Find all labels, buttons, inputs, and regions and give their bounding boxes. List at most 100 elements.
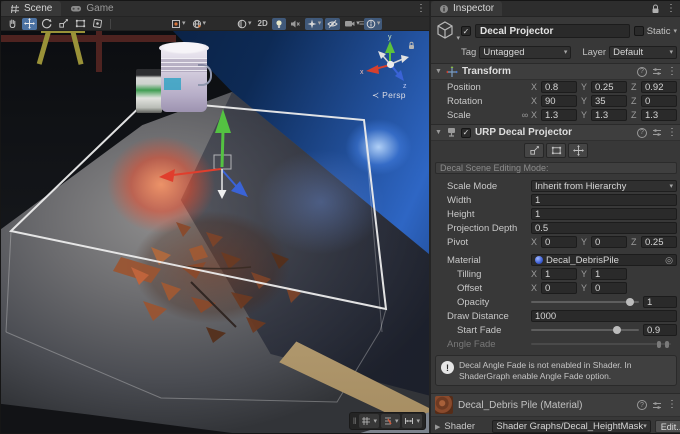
perspective-label[interactable]: ≺ Persp [372, 90, 406, 101]
shader-dropdown[interactable]: Shader Graphs/Decal_HeightMask▾ [492, 420, 650, 433]
scene-viewport[interactable]: ▾ ▾ ▾ 2D ▾ ▾ ▾ ≡ y [1, 17, 429, 433]
chevron-down-icon: ▾ [456, 35, 460, 42]
rotation-y-field[interactable]: 35 [591, 95, 627, 107]
decal-pivot-edit-button[interactable] [568, 143, 588, 158]
transform-header[interactable]: ▼ Transform ? ⋮ [431, 63, 680, 80]
grid-size-dropdown[interactable]: ▾ [402, 414, 422, 428]
shader-edit-button[interactable]: Edit... [655, 420, 680, 433]
shader-label: Shader [444, 421, 488, 432]
height-field[interactable]: 1 [531, 208, 677, 220]
chevron-down-icon: ▾ [395, 418, 399, 425]
lighting-toggle[interactable] [272, 18, 286, 30]
material-object-field[interactable]: Decal_DebrisPile ◎ [531, 254, 677, 266]
foldout-icon[interactable]: ▶ [435, 423, 440, 431]
component-menu-icon[interactable]: ⋮ [667, 400, 677, 410]
position-z-field[interactable]: 0.92 [641, 81, 677, 93]
tilling-y-field[interactable]: 1 [591, 268, 627, 280]
help-icon[interactable]: ? [637, 400, 647, 410]
tab-scene[interactable]: Scene [1, 1, 61, 16]
start-fade-field[interactable]: 0.9 [643, 324, 677, 336]
scene-visibility-toggle[interactable] [325, 18, 340, 30]
grid-visual-dropdown[interactable]: ▾ [359, 414, 379, 428]
pivot-label: Pivot [435, 237, 531, 248]
position-x-field[interactable]: 0.8 [541, 81, 577, 93]
2d-mode-button[interactable]: 2D [256, 18, 270, 30]
camera-icon [344, 19, 355, 28]
eye-crossed-icon [327, 19, 338, 29]
decal-projector-header[interactable]: ▼ ✓ URP Decal Projector ? ⋮ [431, 124, 680, 141]
projection-depth-label: Projection Depth [435, 223, 531, 234]
orientation-dropdown[interactable]: ▾ [190, 18, 209, 30]
opacity-slider[interactable] [531, 296, 639, 308]
pan-tool-button[interactable] [5, 18, 20, 30]
gizmos-dropdown[interactable]: ▾ [364, 18, 383, 30]
decal-scale-edit-button[interactable] [524, 143, 544, 158]
scene-menu-button[interactable]: ⋮ [413, 1, 429, 16]
tabbar-spacer [123, 1, 413, 16]
start-fade-slider[interactable] [531, 324, 639, 336]
snap-increment-dropdown[interactable]: ▾ [381, 414, 401, 428]
component-menu-icon[interactable]: ⋮ [667, 128, 677, 138]
overlay-handle-icon[interactable]: ≡ [359, 18, 364, 28]
move-tool-button[interactable] [22, 18, 37, 30]
foldout-icon[interactable]: ▼ [435, 129, 442, 136]
presets-icon[interactable] [652, 401, 662, 410]
chevron-down-icon: ▾ [669, 49, 673, 56]
scale-tool-button[interactable] [56, 18, 71, 30]
scale-z-field[interactable]: 1.3 [641, 109, 677, 121]
rotation-z-field[interactable]: 0 [641, 95, 677, 107]
layer-dropdown[interactable]: Default▾ [609, 46, 677, 59]
component-enabled-checkbox[interactable]: ✓ [461, 128, 471, 138]
rect-tool-icon [75, 18, 86, 29]
draw-mode-dropdown[interactable]: ▾ [235, 18, 254, 30]
opacity-field[interactable]: 1 [643, 296, 677, 308]
angle-fade-slider [531, 338, 671, 350]
offset-x-field[interactable]: 0 [541, 282, 577, 294]
width-field[interactable]: 1 [531, 194, 677, 206]
static-checkbox[interactable] [634, 26, 644, 36]
inspector-menu-button[interactable]: ⋮ [666, 4, 676, 14]
scale-y-field[interactable]: 1.3 [591, 109, 627, 121]
help-icon[interactable]: ? [637, 67, 647, 77]
rotation-x-field[interactable]: 90 [541, 95, 577, 107]
position-y-field[interactable]: 0.25 [591, 81, 627, 93]
material-asset-header[interactable]: Decal_Debris Pile (Material) ? ⋮ [431, 393, 680, 417]
pivot-mode-dropdown[interactable]: ▾ [169, 18, 188, 30]
link-scale-icon[interactable]: ∞ [519, 110, 531, 120]
lock-icon[interactable] [651, 4, 660, 14]
grid-icon [361, 416, 371, 426]
toolbar-grip-icon[interactable]: ‖ [353, 416, 357, 426]
audio-toggle[interactable] [288, 18, 303, 30]
decal-crop-edit-button[interactable] [546, 143, 566, 158]
pivot-z-field[interactable]: 0.25 [641, 236, 677, 248]
pivot-x-field[interactable]: 0 [541, 236, 577, 248]
decal-edit-mode-buttons [431, 143, 680, 158]
projection-depth-field[interactable]: 0.5 [531, 222, 677, 234]
pivot-y-field[interactable]: 0 [591, 236, 627, 248]
tab-game[interactable]: Game [61, 1, 122, 16]
scale-row: Scale ∞ X1.3 Y1.3 Z1.3 [435, 109, 677, 121]
gameobject-name-field[interactable]: Decal Projector [475, 24, 630, 38]
active-checkbox[interactable]: ✓ [461, 26, 471, 36]
tag-dropdown[interactable]: Untagged▾ [479, 46, 571, 59]
presets-icon[interactable] [652, 67, 662, 76]
offset-y-field[interactable]: 0 [591, 282, 627, 294]
scale-mode-dropdown[interactable]: Inherit from Hierarchy▾ [531, 180, 677, 192]
draw-distance-field[interactable]: 1000 [531, 310, 677, 322]
static-dropdown-icon[interactable]: ▾ [673, 28, 677, 35]
help-icon[interactable]: ? [637, 128, 647, 138]
effects-dropdown[interactable]: ▾ [305, 18, 324, 30]
speaker-muted-icon [290, 19, 301, 29]
warning-text: Decal Angle Fade is not enabled in Shade… [459, 360, 671, 381]
scale-x-field[interactable]: 1.3 [541, 109, 577, 121]
component-menu-icon[interactable]: ⋮ [667, 67, 677, 77]
presets-icon[interactable] [652, 128, 662, 137]
rotate-tool-button[interactable] [39, 18, 54, 30]
foldout-icon[interactable]: ▼ [435, 68, 442, 75]
transform-tool-button[interactable] [90, 18, 105, 30]
rect-tool-button[interactable] [73, 18, 88, 30]
tab-inspector[interactable]: Inspector [431, 1, 502, 16]
object-picker-icon[interactable]: ◎ [665, 255, 673, 266]
gameobject-icon[interactable]: ▾ [435, 20, 457, 42]
tilling-x-field[interactable]: 1 [541, 268, 577, 280]
